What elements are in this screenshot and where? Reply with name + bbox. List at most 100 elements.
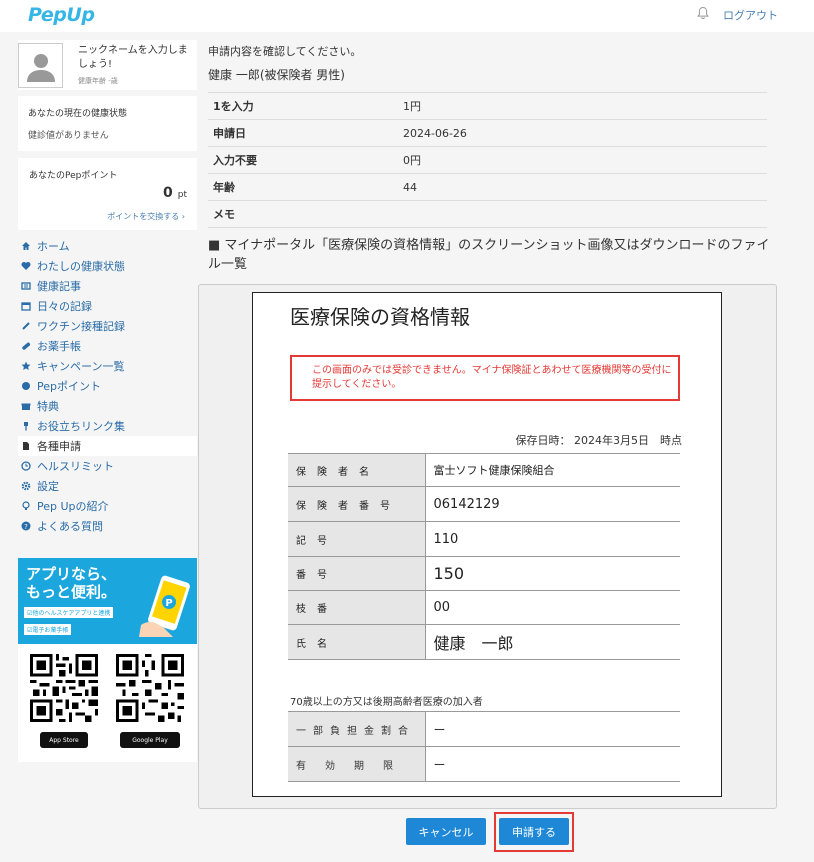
row-value: 0円 xyxy=(403,154,421,167)
insurance-document-image[interactable]: 医療保険の資格情報 この画面のみでは受診できません。マイナ保険証とあわせて医療機… xyxy=(252,292,722,797)
apply-button[interactable]: 申請する xyxy=(499,818,569,845)
pepup-logo[interactable]: PepUp xyxy=(28,4,95,26)
sidebar-item-medicine[interactable]: お薬手帳 xyxy=(18,336,197,356)
doc-row-label: 枝番 xyxy=(288,590,426,625)
doc-row-value: ー xyxy=(425,746,680,782)
app-store-qr-code[interactable] xyxy=(30,654,98,722)
svg-text:P: P xyxy=(165,598,172,609)
doc-row-value: 健康 一郎 xyxy=(425,624,680,660)
clock-icon xyxy=(21,461,31,471)
bulb-icon xyxy=(22,501,30,510)
row-key: 1を入力 xyxy=(213,100,254,113)
confirm-instruction: 申請内容を確認してください。 xyxy=(208,45,362,58)
home-icon xyxy=(22,242,30,250)
doc-row-label: 保険者名 xyxy=(288,453,426,487)
table-row: 番号 150 xyxy=(288,556,680,591)
question-icon: ? xyxy=(21,521,31,531)
table-row: 保険者番号 06142129 xyxy=(288,486,680,522)
app-store-badge[interactable]: App Store xyxy=(40,732,88,748)
table-row: 保険者名 富士ソフト健康保険組合 xyxy=(288,453,680,487)
sidebar-item-links[interactable]: お役立ちリンク集 xyxy=(18,416,197,436)
gear-icon xyxy=(21,481,31,491)
table-row: 年齢 44 xyxy=(208,173,767,201)
header: PepUp ログアウト xyxy=(0,0,814,32)
syringe-icon xyxy=(22,322,30,330)
document-saved-date: 保存日時： 2024年3月5日 時点 xyxy=(515,434,683,447)
pep-points-title: あなたのPepポイント xyxy=(29,171,118,181)
doc-row-value: 06142129 xyxy=(425,486,680,522)
sidebar-item-pep-points[interactable]: Pepポイント xyxy=(18,376,197,396)
document-info-table: 保険者名 富士ソフト健康保険組合 保険者番号 06142129 記号 110 番号 15… xyxy=(288,453,680,660)
google-play-qr-code[interactable] xyxy=(116,654,184,722)
row-value: 2024-06-26 xyxy=(403,126,467,140)
svg-text:?: ? xyxy=(24,523,28,531)
table-row: 有効期限ー xyxy=(288,746,680,782)
table-row: 一部負担金割合ー xyxy=(288,711,680,747)
elderly-section-heading: 70歳以上の方又は後期高齢者医療の加入者 xyxy=(290,697,483,708)
row-value: 44 xyxy=(403,180,417,194)
sidebar-item-benefits[interactable]: 特典 xyxy=(18,396,197,416)
avatar[interactable] xyxy=(18,43,63,88)
doc-row-label: 氏名 xyxy=(288,624,426,660)
sidebar-item-vaccine[interactable]: ワクチン接種記録 xyxy=(18,316,197,336)
sidebar-item-campaigns[interactable]: キャンペーン一覧 xyxy=(18,356,197,376)
promo-headline: アプリなら、 もっと便利。 xyxy=(26,565,117,601)
doc-row-label: 番号 xyxy=(288,556,426,591)
row-value: 1円 xyxy=(403,100,421,113)
pep-points-box: あなたのPepポイント 0 pt ポイントを交換する › xyxy=(18,158,197,230)
logout-link[interactable]: ログアウト xyxy=(723,7,778,23)
doc-row-value: 00 xyxy=(425,590,680,625)
table-row: 枝番 00 xyxy=(288,590,680,625)
sidebar-item-faq[interactable]: ? よくある質問 xyxy=(18,516,197,536)
nickname-prompt[interactable]: ニックネームを入力しましょう! xyxy=(78,44,193,72)
points-icon xyxy=(22,382,30,390)
doc-row-value: ー xyxy=(425,711,680,747)
doc-row-label: 有効期限 xyxy=(288,746,426,782)
gift-icon xyxy=(21,403,31,410)
pin-icon xyxy=(24,422,28,431)
sidebar-nav: ホーム わたしの健康状態 健康記事 日々の記録 ワクチン接種記録 お薬手帳 キャ… xyxy=(18,236,197,536)
table-row: 入力不要 0円 xyxy=(208,146,767,174)
health-status-title: あなたの現在の健康状態 xyxy=(28,109,128,119)
sidebar-item-home[interactable]: ホーム xyxy=(18,236,197,256)
sidebar-item-health[interactable]: わたしの健康状態 xyxy=(18,256,197,276)
doc-row-label: 記号 xyxy=(288,521,426,557)
pep-points-value: 0 pt xyxy=(163,185,187,201)
calendar-icon xyxy=(21,302,31,311)
health-status-box[interactable]: あなたの現在の健康状態 健診値がありません xyxy=(18,96,197,151)
health-age: 健康年齢 -歳 xyxy=(78,77,118,85)
google-play-badge[interactable]: Google Play xyxy=(120,732,180,748)
app-download-area: App Store Google Play xyxy=(18,644,197,762)
table-row: 1を入力 1円 xyxy=(208,92,767,120)
row-key: 申請日 xyxy=(213,127,246,140)
pill-icon xyxy=(22,342,31,350)
doc-row-value: 110 xyxy=(425,521,680,557)
doc-row-value: 150 xyxy=(425,556,680,591)
sidebar-item-about[interactable]: Pep Upの紹介 xyxy=(18,496,197,516)
bell-icon[interactable] xyxy=(696,6,710,20)
sidebar-item-health-limit[interactable]: ヘルスリミット xyxy=(18,456,197,476)
promo-tag-health-apps: ☑他のヘルスケアアプリと連携 xyxy=(24,607,114,618)
promo-tag-e-medicine: ☑電子お薬手帳 xyxy=(24,624,72,635)
sidebar-item-settings[interactable]: 設定 xyxy=(18,476,197,496)
table-row: メモ xyxy=(208,200,767,228)
doc-row-value: 富士ソフト健康保険組合 xyxy=(425,453,680,487)
document-warning: この画面のみでは受診できません。マイナ保険証とあわせて医療機関等の受付に提示して… xyxy=(290,355,680,401)
row-key: 入力不要 xyxy=(213,154,257,167)
elderly-info-table: 一部負担金割合ー 有効期限ー xyxy=(288,711,680,782)
table-row: 記号 110 xyxy=(288,521,680,557)
applicant-name: 健康 一郎(被保険者 男性) xyxy=(208,68,345,82)
exchange-points-link[interactable]: ポイントを交換する › xyxy=(107,211,185,222)
document-title: 医療保険の資格情報 xyxy=(290,305,470,329)
sidebar-item-applications[interactable]: 各種申請 xyxy=(18,436,197,456)
article-icon xyxy=(21,282,31,290)
row-key: メモ xyxy=(213,208,235,221)
sidebar-item-records[interactable]: 日々の記録 xyxy=(18,296,197,316)
star-icon xyxy=(21,361,31,370)
app-promo-banner[interactable]: アプリなら、 もっと便利。 ☑他のヘルスケアアプリと連携 ☑電子お薬手帳 P xyxy=(18,558,197,644)
table-row: 申請日 2024-06-26 xyxy=(208,119,767,147)
phone-illustration-icon: P xyxy=(139,575,190,637)
sidebar-item-articles[interactable]: 健康記事 xyxy=(18,276,197,296)
profile-card: ニックネームを入力しましょう! 健康年齢 -歳 xyxy=(18,40,197,90)
cancel-button[interactable]: キャンセル xyxy=(406,818,486,845)
